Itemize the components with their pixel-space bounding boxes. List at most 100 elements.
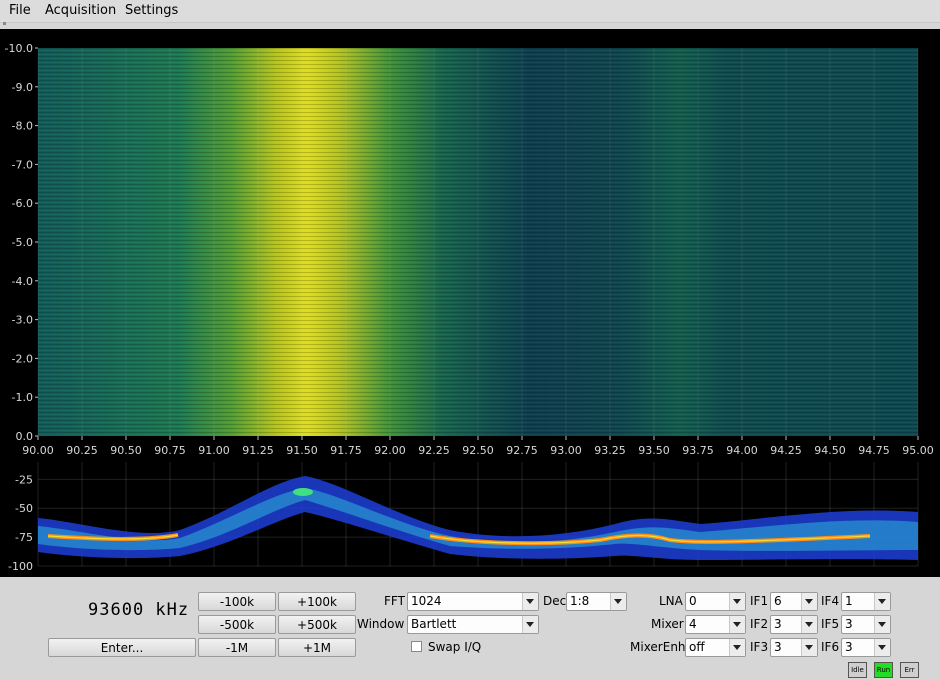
waterfall-y-tick-label: -2.0 bbox=[12, 352, 33, 365]
waterfall-y-tick-label: -3.0 bbox=[12, 314, 33, 327]
minus-500k-button[interactable]: -500k bbox=[198, 615, 276, 634]
dec-select[interactable]: 1:8 bbox=[566, 592, 627, 611]
x-tick-label: 93.00 bbox=[550, 444, 582, 457]
minus-100k-button[interactable]: -100k bbox=[198, 592, 276, 611]
swap-iq-label: Swap I/Q bbox=[428, 640, 482, 654]
chevron-down-icon bbox=[801, 616, 817, 633]
if6-select[interactable]: 3 bbox=[841, 638, 891, 657]
mixer-label: Mixer bbox=[651, 617, 684, 631]
menu-acquisition[interactable]: Acquisition bbox=[45, 3, 116, 18]
if6-label: IF6 bbox=[821, 640, 840, 654]
x-tick-label: 94.50 bbox=[814, 444, 846, 457]
waterfall-x-axis: 90.00 90.25 90.50 90.75 91.00 91.25 91.50 91.75… bbox=[22, 436, 934, 457]
spectrum-y-tick-label: -75 bbox=[15, 531, 33, 544]
if1-value: 6 bbox=[774, 594, 782, 608]
waterfall-grid bbox=[37, 48, 919, 436]
waterfall-y-tick-label: -4.0 bbox=[12, 275, 33, 288]
spectrum-y-axis: -25 -50 -75 -100 bbox=[8, 473, 33, 573]
enter-button[interactable]: Enter... bbox=[48, 638, 196, 657]
x-tick-label: 90.75 bbox=[154, 444, 186, 457]
waterfall-y-tick-label: -6.0 bbox=[12, 197, 33, 210]
plus-500k-button[interactable]: +500k bbox=[278, 615, 356, 634]
window-select[interactable]: Bartlett bbox=[407, 615, 539, 634]
x-tick-label: 93.50 bbox=[638, 444, 670, 457]
spectrum-y-tick-label: -50 bbox=[15, 502, 33, 515]
fft-value: 1024 bbox=[411, 594, 442, 608]
chevron-down-icon bbox=[801, 593, 817, 610]
swap-iq-checkbox[interactable] bbox=[411, 641, 422, 652]
if4-label: IF4 bbox=[821, 594, 840, 608]
x-tick-label: 91.25 bbox=[242, 444, 274, 457]
spectrum-peak-marker bbox=[293, 488, 313, 496]
waterfall-y-tick-label: -9.0 bbox=[12, 81, 33, 94]
chevron-down-icon bbox=[729, 593, 745, 610]
mixer-value: 4 bbox=[689, 617, 697, 631]
x-tick-label: 91.50 bbox=[286, 444, 318, 457]
chevron-down-icon bbox=[729, 616, 745, 633]
chevron-down-icon bbox=[729, 639, 745, 656]
chevron-down-icon bbox=[801, 639, 817, 656]
spectrum-y-tick-label: -25 bbox=[15, 473, 33, 486]
if1-label: IF1 bbox=[750, 594, 769, 608]
x-tick-label: 94.00 bbox=[726, 444, 758, 457]
if4-select[interactable]: 1 bbox=[841, 592, 891, 611]
chevron-down-icon bbox=[874, 593, 890, 610]
if2-select[interactable]: 3 bbox=[770, 615, 818, 634]
if2-value: 3 bbox=[774, 617, 782, 631]
minus-1m-button[interactable]: -1M bbox=[198, 638, 276, 657]
x-tick-label: 93.75 bbox=[682, 444, 714, 457]
lna-label: LNA bbox=[659, 594, 683, 608]
menu-settings[interactable]: Settings bbox=[125, 3, 178, 18]
x-tick-label: 90.50 bbox=[110, 444, 142, 457]
spectrum-svg: -10.0 -9.0 -8.0 -7.0 -6.0 -5.0 -4.0 -3.0 -2.0 -1.… bbox=[5, 42, 934, 573]
lna-value: 0 bbox=[689, 594, 697, 608]
status-err-indicator: Err bbox=[900, 662, 919, 678]
window-value: Bartlett bbox=[411, 617, 457, 631]
frequency-display: 93600 kHz bbox=[88, 600, 190, 620]
window-label: Window bbox=[357, 617, 405, 631]
mixer-select[interactable]: 4 bbox=[685, 615, 746, 634]
x-tick-label: 92.75 bbox=[506, 444, 538, 457]
if5-value: 3 bbox=[845, 617, 853, 631]
plus-1m-button[interactable]: +1M bbox=[278, 638, 356, 657]
if5-select[interactable]: 3 bbox=[841, 615, 891, 634]
x-tick-label: 94.25 bbox=[770, 444, 802, 457]
menu-bar: File Acquisition Settings bbox=[0, 0, 940, 23]
if3-label: IF3 bbox=[750, 640, 769, 654]
if6-value: 3 bbox=[845, 640, 853, 654]
mixerenh-value: off bbox=[689, 640, 705, 654]
status-run-indicator: Run bbox=[874, 662, 893, 678]
dec-label: Dec bbox=[543, 594, 567, 608]
waterfall-y-axis: -10.0 -9.0 -8.0 -7.0 -6.0 -5.0 -4.0 -3.0 -2.0 -1.… bbox=[5, 42, 38, 443]
if5-label: IF5 bbox=[821, 617, 840, 631]
x-tick-label: 94.75 bbox=[858, 444, 890, 457]
chevron-down-icon bbox=[874, 639, 890, 656]
x-tick-label: 91.75 bbox=[330, 444, 362, 457]
fft-label: FFT bbox=[384, 594, 405, 608]
x-tick-label: 92.00 bbox=[374, 444, 406, 457]
x-tick-label: 93.25 bbox=[594, 444, 626, 457]
plus-100k-button[interactable]: +100k bbox=[278, 592, 356, 611]
dec-value: 1:8 bbox=[570, 594, 590, 608]
waterfall-y-tick-label: -8.0 bbox=[12, 120, 33, 133]
if2-label: IF2 bbox=[750, 617, 769, 631]
x-tick-label: 90.00 bbox=[22, 444, 54, 457]
plot-area: -10.0 -9.0 -8.0 -7.0 -6.0 -5.0 -4.0 -3.0 -2.0 -1.… bbox=[0, 29, 940, 577]
toolbar-grip bbox=[3, 22, 6, 25]
waterfall-y-tick-label: -7.0 bbox=[12, 158, 33, 171]
waterfall-y-tick-label: -10.0 bbox=[5, 42, 33, 55]
if3-select[interactable]: 3 bbox=[770, 638, 818, 657]
chevron-down-icon bbox=[610, 593, 626, 610]
if3-value: 3 bbox=[774, 640, 782, 654]
lna-select[interactable]: 0 bbox=[685, 592, 746, 611]
if4-value: 1 bbox=[845, 594, 853, 608]
x-tick-label: 92.25 bbox=[418, 444, 450, 457]
chevron-down-icon bbox=[522, 593, 538, 610]
status-idle-indicator: Idle bbox=[848, 662, 867, 678]
waterfall-y-tick-label: -5.0 bbox=[12, 236, 33, 249]
fft-select[interactable]: 1024 bbox=[407, 592, 539, 611]
chevron-down-icon bbox=[522, 616, 538, 633]
menu-file[interactable]: File bbox=[9, 3, 31, 18]
mixerenh-select[interactable]: off bbox=[685, 638, 746, 657]
if1-select[interactable]: 6 bbox=[770, 592, 818, 611]
